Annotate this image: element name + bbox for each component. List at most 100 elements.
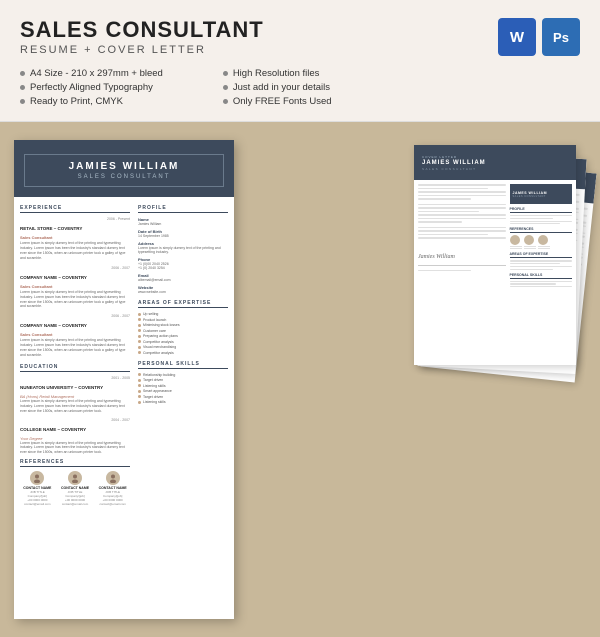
features-right: High Resolution files Just add in your d…: [223, 68, 332, 107]
mini-header: JAMES WILLIAM SALES CONSULTANT: [510, 184, 573, 204]
job-entry-2: COMPANY NAME – COVENTRY 2006 - 2007 Sale…: [20, 266, 130, 310]
cover-letter-stack: COVER LETTER JAMIES WILLIAM SALES CONSUL…: [246, 140, 586, 620]
references-cards: CONTACT NAME JOB TITLECompany/[job]+00 0…: [20, 471, 130, 506]
ref-info: JOB TITLECompany/[job]+00 0000 0000conta…: [20, 490, 55, 506]
skill-dot-icon: [138, 395, 141, 398]
edu-desc: Lorem ipsum is simply dummy text of the …: [20, 399, 130, 414]
skill-item: Customer care: [138, 329, 228, 333]
edu-entry-1: NUNEATON UNIVERSITY – COVENTRY 2001 - 20…: [20, 376, 130, 414]
skill-item: Visual merchandising: [138, 345, 228, 349]
resume-preview: JAMIES WILLIAM SALES CONSULTANT EXPERIEN…: [14, 140, 234, 619]
resume-header: JAMIES WILLIAM SALES CONSULTANT: [14, 140, 234, 197]
job-date: 2006 - 2007: [111, 266, 130, 270]
signature-area: Jamies William: [418, 245, 506, 266]
job-desc: Lorem ipsum is simply dummy text of the …: [20, 241, 130, 261]
page-header: SALES CONSULTANT RESUME + COVER LETTER W…: [0, 0, 600, 122]
resume-role: SALES CONSULTANT: [35, 174, 213, 180]
job-entry-3: COMPANY NAME – COVENTRY 2006 - 2007 Sale…: [20, 314, 130, 358]
features-row: A4 Size - 210 x 297mm + bleed Perfectly …: [20, 68, 580, 107]
page-title: SALES CONSULTANT: [20, 18, 264, 42]
bullet-icon: [20, 99, 25, 104]
header-top-row: SALES CONSULTANT RESUME + COVER LETTER W…: [20, 18, 580, 56]
skill-item: Listening skills: [138, 400, 228, 404]
skill-item: Listening skills: [138, 384, 228, 388]
mini-personal-label: PERSONAL SKILLS: [510, 273, 573, 279]
job-entry-1: RETAIL STORE – COVENTRY 2006 - Present S…: [20, 217, 130, 261]
skill-dot-icon: [138, 335, 141, 338]
skill-item: Product launch: [138, 318, 228, 322]
ref-info: JOB TITLECompany/[job]+00 0000 0000conta…: [58, 490, 93, 506]
skill-item: Preparing action plans: [138, 334, 228, 338]
profile-name-field: Name Jamies William: [138, 217, 228, 226]
edu-desc: Lorem ipsum is simply dummy text of the …: [20, 441, 130, 456]
skill-dot-icon: [138, 329, 141, 332]
references-section-title: REFERENCES: [20, 459, 130, 467]
cover-right-col: JAMES WILLIAM SALES CONSULTANT PROFILE R…: [510, 184, 573, 289]
skill-dot-icon: [138, 324, 141, 327]
edu-entry-2: COLLEGE NAME – COVENTRY 2004 - 2007 Your…: [20, 418, 130, 456]
skill-dot-icon: [138, 313, 141, 316]
feature-item: Ready to Print, CMYK: [20, 96, 163, 107]
skill-dot-icon: [138, 379, 141, 382]
mini-ref-row: [510, 235, 573, 249]
skill-item: Target driven: [138, 378, 228, 382]
mini-avatar-3: [538, 235, 548, 245]
experience-section-title: EXPERIENCE: [20, 205, 130, 213]
feature-item: Only FREE Fonts Used: [223, 96, 332, 107]
job-title: Sales Consultant: [20, 284, 130, 289]
skill-item: Minimising stock losses: [138, 323, 228, 327]
page-subtitle: RESUME + COVER LETTER: [20, 44, 264, 56]
ref-card-3: CONTACT NAME JOB TITLECompany/[job]+00 0…: [95, 471, 130, 506]
resume-body: EXPERIENCE RETAIL STORE – COVENTRY 2006 …: [14, 197, 234, 514]
cover-page-body: Jamies William JAMES WILLIAM SALES CONSU…: [414, 180, 576, 293]
feature-item: Perfectly Aligned Typography: [20, 82, 163, 93]
bullet-icon: [223, 85, 228, 90]
profile-email-field: Email albemail@email.com: [138, 273, 228, 282]
cover-left-col: Jamies William: [418, 184, 506, 289]
mini-profile-label: PROFILE: [510, 207, 573, 213]
word-icon: W: [498, 18, 536, 56]
edu-name: NUNEATON UNIVERSITY – COVENTRY: [20, 385, 103, 390]
signature: Jamies William: [418, 254, 455, 260]
job-title: Sales Consultant: [20, 235, 130, 240]
personal-section-title: PERSONAL SKILLS: [138, 361, 228, 369]
job-company: COMPANY NAME – COVENTRY: [20, 323, 87, 328]
ref-card-1: CONTACT NAME JOB TITLECompany/[job]+00 0…: [20, 471, 55, 506]
feature-item: A4 Size - 210 x 297mm + bleed: [20, 68, 163, 79]
skill-item: Competitor analysis: [138, 340, 228, 344]
profile-address-field: Address Lorem ipsum is simply dummy text…: [138, 241, 228, 254]
profile-section-title: PROFILE: [138, 205, 228, 213]
skill-dot-icon: [138, 351, 141, 354]
bullet-icon: [223, 99, 228, 104]
ref-avatar-3: [106, 471, 120, 485]
cover-page-name: JAMIES WILLIAM: [422, 160, 486, 166]
cover-letter-page: COVER LETTER JAMIES WILLIAM SALES CONSUL…: [414, 145, 576, 365]
resume-name: JAMIES WILLIAM: [35, 161, 213, 172]
skill-dot-icon: [138, 346, 141, 349]
skill-item: Competitor analysis: [138, 351, 228, 355]
ref-avatar-1: [30, 471, 44, 485]
skill-dot-icon: [138, 384, 141, 387]
ref-avatar-2: [68, 471, 82, 485]
ref-card-2: CONTACT NAME JOB TITLECompany/[job]+00 0…: [58, 471, 93, 506]
feature-item: High Resolution files: [223, 68, 332, 79]
profile-dob-field: Date of Birth 14 September 1985: [138, 229, 228, 238]
main-content: JAMIES WILLIAM SALES CONSULTANT EXPERIEN…: [0, 122, 600, 637]
features-left: A4 Size - 210 x 297mm + bleed Perfectly …: [20, 68, 163, 107]
job-desc: Lorem ipsum is simply dummy text of the …: [20, 338, 130, 358]
skill-dot-icon: [138, 340, 141, 343]
skill-item: Target driven: [138, 395, 228, 399]
skill-dot-icon: [138, 401, 141, 404]
job-company: RETAIL STORE – COVENTRY: [20, 226, 82, 231]
resume-left-col: EXPERIENCE RETAIL STORE – COVENTRY 2006 …: [20, 205, 130, 506]
bullet-icon: [20, 85, 25, 90]
edu-date: 2004 - 2007: [111, 418, 130, 422]
mini-expertise-label: AREAS OF EXPERTISE: [510, 252, 573, 258]
job-date: 2006 - 2007: [111, 314, 130, 318]
education-section-title: EDUCATION: [20, 364, 130, 372]
skill-dot-icon: [138, 373, 141, 376]
cover-page-header: COVER LETTER JAMIES WILLIAM SALES CONSUL…: [414, 145, 576, 180]
mini-avatar-2: [524, 235, 534, 245]
mini-ref-1: [510, 235, 522, 249]
resume-right-col: PROFILE Name Jamies William Date of Birt…: [138, 205, 228, 506]
